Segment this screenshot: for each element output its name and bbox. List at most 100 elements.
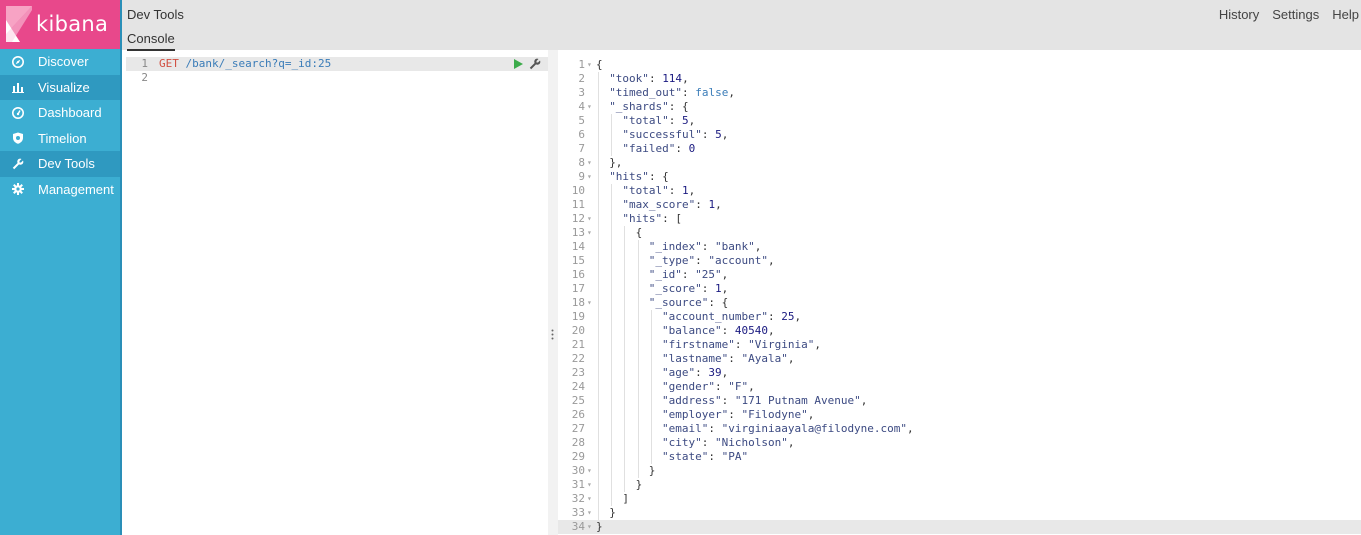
- tab-console[interactable]: Console: [127, 31, 175, 51]
- json-key: "balance": [662, 324, 722, 337]
- indent-guide: [637, 268, 639, 282]
- json-punct: ,: [860, 394, 868, 407]
- json-key: "address": [662, 394, 722, 407]
- wrench-icon[interactable]: [529, 58, 541, 70]
- pane-resize-handle[interactable]: [548, 50, 558, 535]
- json-value: 1: [715, 282, 722, 295]
- indent-guide: [611, 324, 613, 338]
- fold-toggle-icon[interactable]: ▾: [587, 58, 593, 72]
- indent-guide: [624, 436, 626, 450]
- request-text[interactable]: GET /bank/_search?q=_id:25: [159, 57, 331, 71]
- fold-toggle-icon[interactable]: ▾: [587, 212, 593, 226]
- indent-guide: [637, 338, 639, 352]
- output-line: 9 ▾ "hits": {: [558, 170, 1361, 184]
- output-text: }: [596, 520, 603, 534]
- indent-guide: [611, 464, 613, 478]
- json-punct: :: [695, 254, 709, 267]
- indent-guide: [598, 86, 599, 100]
- output-text: ]: [622, 492, 629, 506]
- output-text: {: [636, 226, 643, 240]
- output-text: "lastname": "Ayala",: [662, 352, 794, 366]
- sidebar-nav: Discover Visualize Dashboard Timelion De…: [0, 49, 120, 202]
- line-number: 31: [571, 478, 585, 491]
- line-number: 18: [571, 296, 585, 309]
- indent-guide: [611, 408, 613, 422]
- fold-toggle-icon[interactable]: ▾: [587, 296, 593, 310]
- sidebar-item-dashboard[interactable]: Dashboard: [0, 100, 120, 126]
- indent-guide: [598, 492, 599, 506]
- app-title: Dev Tools: [127, 7, 184, 22]
- json-punct: : [: [662, 212, 683, 225]
- fold-toggle-icon[interactable]: ▾: [587, 170, 593, 184]
- indent-guide: [637, 296, 639, 310]
- line-number: 24: [571, 380, 585, 393]
- fold-toggle-icon[interactable]: ▾: [587, 226, 593, 240]
- sidebar-item-label: Management: [38, 181, 114, 197]
- history-link[interactable]: History: [1219, 7, 1259, 22]
- output-text: "firstname": "Virginia",: [662, 338, 821, 352]
- output-line: 26 "employer": "Filodyne",: [558, 408, 1361, 422]
- output-line: 22 "lastname": "Ayala",: [558, 352, 1361, 366]
- fold-toggle-icon[interactable]: ▾: [587, 520, 593, 534]
- fold-toggle-icon[interactable]: ▾: [587, 492, 593, 506]
- output-text: "account_number": 25,: [662, 310, 801, 324]
- indent-guide: [624, 324, 626, 338]
- output-line: 13 ▾ {: [558, 226, 1361, 240]
- json-value: "Nicholson": [715, 436, 788, 449]
- output-text: "balance": 40540,: [662, 324, 775, 338]
- indent-guide: [598, 128, 599, 142]
- sidebar-item-discover[interactable]: Discover: [0, 49, 120, 75]
- kibana-logo[interactable]: kibana: [0, 0, 120, 49]
- response-output[interactable]: 1 ▾{2 "took": 114, 3 "timed_out": false, 4 ▾ "_…: [558, 50, 1361, 535]
- request-method: GET: [159, 57, 179, 70]
- play-icon[interactable]: [513, 58, 524, 70]
- sidebar-item-timelion[interactable]: Timelion: [0, 126, 120, 152]
- sidebar-item-visualize[interactable]: Visualize: [0, 74, 120, 100]
- output-line: 3 "timed_out": false,: [558, 86, 1361, 100]
- json-key: "hits": [609, 170, 649, 183]
- sidebar-item-dev-tools[interactable]: Dev Tools: [0, 151, 120, 177]
- request-editor[interactable]: 1 GET /bank/_search?q=_id:25 2: [126, 55, 548, 535]
- json-punct: :: [681, 268, 696, 281]
- settings-link[interactable]: Settings: [1272, 7, 1319, 22]
- sidebar-item-label: Dashboard: [38, 105, 102, 121]
- line-number: 22: [571, 352, 585, 365]
- indent-guide: [611, 380, 613, 394]
- fold-toggle-icon[interactable]: ▾: [587, 100, 593, 114]
- output-line: 29 "state": "PA": [558, 450, 1361, 464]
- json-punct: :: [721, 394, 735, 407]
- line-number: 25: [571, 394, 585, 407]
- output-line: 19 "account_number": 25,: [558, 310, 1361, 324]
- help-link[interactable]: Help: [1332, 7, 1359, 22]
- output-line: 8 ▾},: [558, 156, 1361, 170]
- indent-guide: [611, 310, 613, 324]
- request-url: /bank/_search?q=_id:25: [178, 57, 332, 70]
- editor-line[interactable]: 1 GET /bank/_search?q=_id:25: [126, 57, 548, 71]
- indent-guide: [598, 198, 599, 212]
- indent-guide: [637, 380, 639, 394]
- json-punct: ,: [748, 380, 755, 393]
- json-punct: },: [609, 156, 623, 169]
- indent-guide: [598, 142, 599, 156]
- indent-guide: [598, 72, 599, 86]
- sidebar-item-management[interactable]: Management: [0, 177, 120, 203]
- json-punct: :: [701, 128, 716, 141]
- indent-guide: [598, 478, 599, 492]
- json-punct: ,: [682, 72, 689, 85]
- line-number: 3: [578, 86, 585, 99]
- json-value: 40540: [734, 324, 768, 337]
- line-number: 11: [571, 198, 585, 211]
- fold-toggle-icon[interactable]: ▾: [587, 464, 593, 478]
- indent-guide: [650, 380, 652, 394]
- output-line: 12 ▾ "hits": [: [558, 212, 1361, 226]
- indent-guide: [598, 310, 599, 324]
- fold-toggle-icon[interactable]: ▾: [587, 478, 593, 492]
- json-key: "timed_out": [609, 86, 683, 99]
- editor-line[interactable]: 2: [126, 71, 548, 85]
- json-punct: ,: [787, 436, 795, 449]
- json-punct: :: [734, 338, 749, 351]
- json-key: "_type": [648, 254, 696, 267]
- fold-toggle-icon[interactable]: ▾: [587, 156, 593, 170]
- fold-toggle-icon[interactable]: ▾: [587, 506, 593, 520]
- indent-guide: [624, 380, 626, 394]
